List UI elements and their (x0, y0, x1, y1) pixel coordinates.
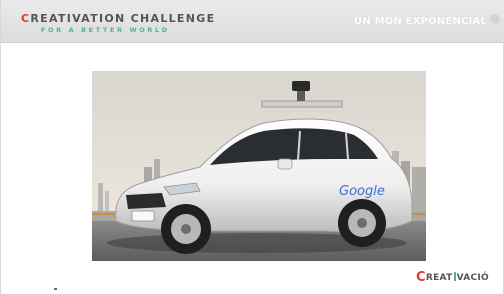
car-license-plate (131, 210, 155, 222)
car-grille (126, 193, 166, 209)
header-decoration-circle (490, 14, 500, 24)
logo-initial: C (416, 270, 426, 285)
car-side-mirror (277, 158, 293, 170)
logo-end-text: VACIÓ (456, 273, 489, 283)
rear-wheel (338, 199, 386, 247)
brand-title-initial: C (21, 12, 31, 25)
logo-divider (453, 272, 456, 281)
creatvacio-logo: CREAT VACIÓ (416, 270, 489, 285)
brand-subtitle: FOR A BETTER WORLD (41, 26, 170, 34)
lidar-sensor (292, 81, 310, 91)
slide-header: CREATIVATION CHALLENGE FOR A BETTER WORL… (1, 0, 504, 43)
stray-mark (54, 288, 57, 290)
brand-title-rest: REATIVATION CHALLENGE (30, 12, 216, 25)
city-skyline-left (98, 183, 103, 213)
logo-mid-text: REAT (425, 273, 453, 283)
self-driving-car-photo: Google (92, 71, 426, 261)
section-title: UN MÓN EXPONENCIAL (354, 16, 487, 27)
car-google-logo: Google (339, 184, 385, 199)
brand-title: CREATIVATION CHALLENGE (21, 12, 215, 25)
roof-rack (261, 100, 343, 108)
front-wheel (161, 204, 211, 254)
presentation-slide: CREATIVATION CHALLENGE FOR A BETTER WORL… (0, 0, 504, 294)
